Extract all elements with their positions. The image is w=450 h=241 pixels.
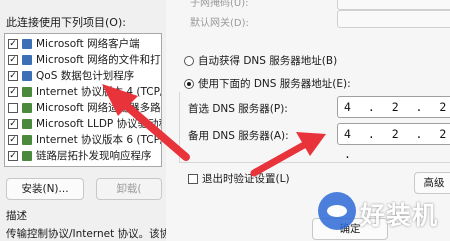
qos-icon — [22, 71, 32, 81]
protocol-icon — [22, 135, 32, 145]
alternate-dns-value: 4 . 2 . 2 . — [344, 127, 450, 161]
checkbox-checked[interactable]: ✓ — [8, 151, 18, 161]
checkbox-checked[interactable]: ✓ — [8, 55, 18, 65]
list-item-label: Internet 协议版本 4 (TCP/IPv — [36, 86, 161, 98]
preferred-dns-input[interactable]: 4 . 2 . 2 . — [337, 96, 450, 134]
manual-dns-label: 使用下面的 DNS 服务器地址(E): — [198, 78, 351, 90]
adapter-properties-panel: 此连接使用下列项目(O): ✓ Microsoft 网络客户端 ✓ Micros… — [0, 0, 170, 241]
list-item-label: Microsoft 网络的文件和打印机 — [36, 54, 161, 66]
list-item-label: 链路层拓扑发现响应程序 — [36, 150, 152, 162]
description-title: 描述 — [6, 210, 27, 222]
checkbox-unchecked[interactable] — [8, 103, 18, 113]
alternate-dns-label: 备用 DNS 服务器(A): — [188, 130, 289, 142]
site-watermark: 好装机 — [318, 192, 450, 232]
watermark-text: 好装机 — [360, 201, 439, 230]
default-gateway-input — [337, 10, 450, 28]
install-button[interactable]: 安装(N)... — [6, 178, 84, 200]
items-list[interactable]: ✓ Microsoft 网络客户端 ✓ Microsoft 网络的文件和打印机 … — [4, 33, 162, 167]
manual-dns-radio[interactable] — [184, 79, 194, 89]
subnet-mask-label: 子网掩码(U): — [190, 0, 249, 9]
list-item-label: Microsoft 网络客户端 — [36, 38, 140, 50]
validate-on-exit-label: 退出时验证设置(L) — [202, 173, 290, 185]
watermark-logo-icon — [318, 192, 356, 230]
alternate-dns-input[interactable]: 4 . 2 . 2 . — [337, 123, 450, 161]
list-item-label: Microsoft 网络适配器多路传 — [36, 102, 162, 114]
protocol-icon — [22, 119, 32, 129]
checkbox-checked[interactable]: ✓ — [8, 135, 18, 145]
file-printer-sharing-icon — [22, 55, 32, 65]
connection-items-label: 此连接使用下列项目(O): — [6, 16, 126, 29]
protocol-icon — [22, 103, 32, 113]
checkbox-checked[interactable]: ✓ — [8, 87, 18, 97]
checkbox-checked[interactable]: ✓ — [8, 39, 18, 49]
checkbox-checked[interactable]: ✓ — [8, 119, 18, 129]
subnet-mask-input — [337, 0, 450, 10]
preferred-dns-label: 首选 DNS 服务器(P): — [188, 103, 288, 115]
validate-on-exit-checkbox[interactable] — [188, 174, 198, 184]
uninstall-button[interactable]: 卸载( — [96, 178, 162, 200]
auto-dns-label: 自动获得 DNS 服务器地址(B) — [198, 55, 338, 67]
default-gateway-label: 默认网关(D): — [190, 18, 249, 29]
advanced-button[interactable]: 高级 — [414, 172, 450, 194]
list-item-label: Microsoft LLDP 协议驱动程 — [36, 118, 162, 130]
network-client-icon — [22, 39, 32, 49]
list-item-label: QoS 数据包计划程序 — [36, 70, 135, 82]
description-text: 传输控制协议/Internet 协议。该协 — [6, 228, 171, 240]
checkbox-checked[interactable]: ✓ — [8, 71, 18, 81]
protocol-icon — [22, 87, 32, 97]
auto-dns-radio[interactable] — [184, 56, 194, 66]
list-item-label: Internet 协议版本 6 (TCP/IP — [36, 134, 162, 146]
protocol-icon — [22, 151, 32, 161]
